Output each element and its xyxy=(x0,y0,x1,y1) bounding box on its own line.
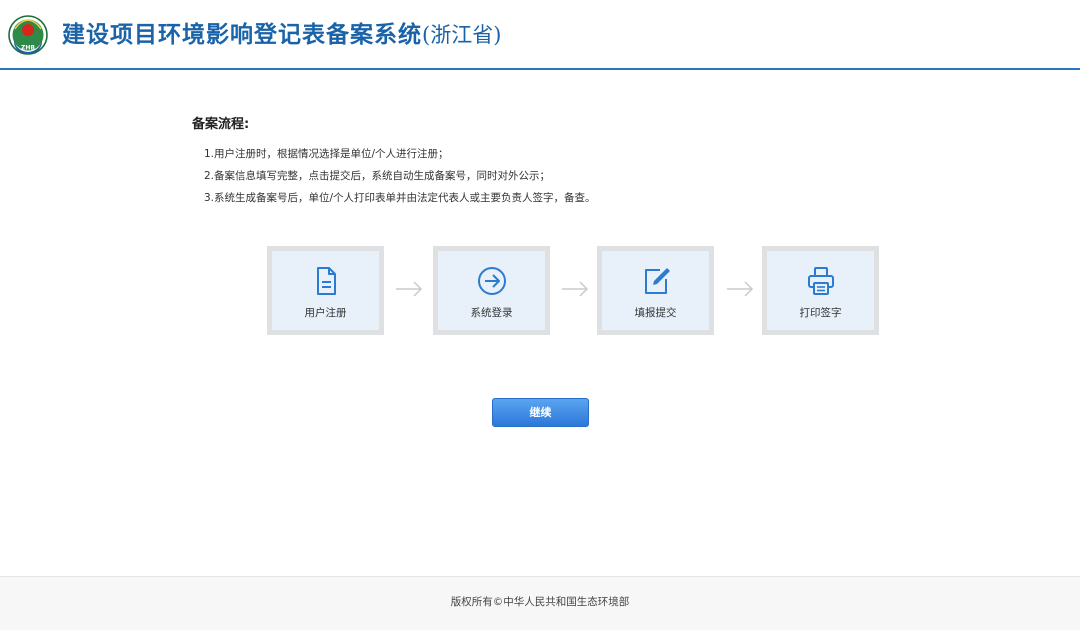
site-title: 建设项目环境影响登记表备案系统(浙江省) xyxy=(62,19,501,51)
site-title-main: 建设项目环境影响登记表备案系统 xyxy=(62,22,422,48)
flow-step-login: 系统登录 xyxy=(433,246,550,335)
flow-step-register: 用户注册 xyxy=(267,246,384,335)
copyright-text: 版权所有©中华人民共和国生态环境部 xyxy=(450,596,630,608)
site-title-region: (浙江省) xyxy=(422,23,502,47)
edit-icon xyxy=(645,268,670,294)
svg-text:ZHB: ZHB xyxy=(21,45,35,52)
flow-step-submit: 填报提交 xyxy=(597,246,714,335)
arrow-circle-icon xyxy=(478,267,506,295)
filing-process-section: 备案流程: 1.用户注册时，根据情况选择是单位/个人进行注册； 2.备案信息填写… xyxy=(192,115,892,204)
document-icon xyxy=(317,267,336,295)
continue-button[interactable]: 继续 xyxy=(492,398,589,427)
page-header: ZHB 建设项目环境影响登记表备案系统(浙江省) xyxy=(0,0,1080,70)
process-step-3: 3.系统生成备案号后，单位/个人打印表单并由法定代表人或主要负责人签字，备查。 xyxy=(204,192,596,204)
process-flow-diagram: 用户注册 系统登录 填报提交 打印签字 xyxy=(267,246,887,336)
flow-step-print: 打印签字 xyxy=(762,246,879,335)
page-footer: 版权所有©中华人民共和国生态环境部 xyxy=(0,576,1080,630)
flow-step-label: 系统登录 xyxy=(470,307,513,319)
right-arrow-icon xyxy=(727,281,754,297)
environment-emblem-icon: ZHB xyxy=(8,15,48,55)
printer-icon xyxy=(808,267,834,295)
process-step-2: 2.备案信息填写完整，点击提交后，系统自动生成备案号，同时对外公示； xyxy=(204,170,551,182)
process-title: 备案流程: xyxy=(192,117,250,132)
process-step-1: 1.用户注册时，根据情况选择是单位/个人进行注册； xyxy=(204,148,449,160)
right-arrow-icon xyxy=(562,281,589,297)
flow-step-label: 填报提交 xyxy=(634,307,677,319)
right-arrow-icon xyxy=(396,281,423,297)
flow-step-label: 用户注册 xyxy=(304,307,347,319)
flow-step-label: 打印签字 xyxy=(799,307,842,319)
process-steps-list: 1.用户注册时，根据情况选择是单位/个人进行注册； 2.备案信息填写完整，点击提… xyxy=(204,143,884,209)
